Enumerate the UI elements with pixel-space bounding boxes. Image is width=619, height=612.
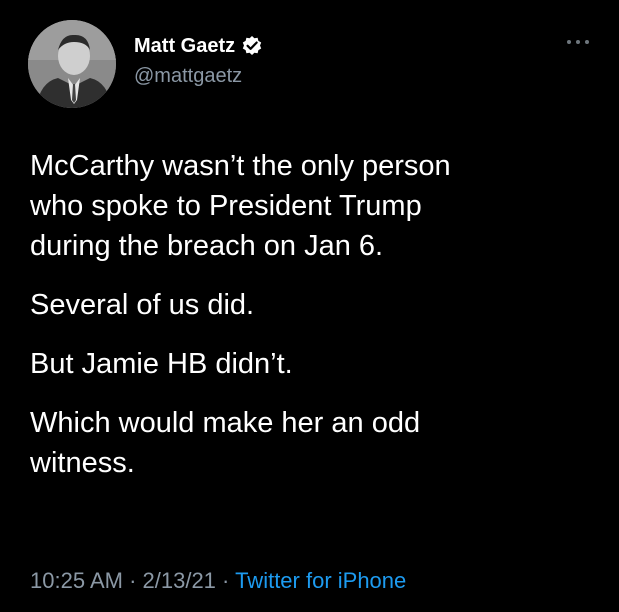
tweet-date[interactable]: 2/13/21 (143, 568, 216, 593)
more-dot (585, 40, 589, 44)
tweet-paragraph: But Jamie HB didn’t. (30, 348, 293, 380)
author-handle[interactable]: @mattgaetz (134, 64, 263, 88)
more-dot (576, 40, 580, 44)
tweet-paragraph: McCarthy wasn’t the only person who spok… (30, 150, 451, 262)
avatar[interactable] (28, 20, 116, 108)
author-block: Matt Gaetz @mattgaetz (134, 34, 263, 88)
meta-separator: · (215, 568, 236, 593)
tweet-card: Matt Gaetz @mattgaetz McCarthy wasn’t th… (0, 0, 619, 612)
tweet-source-link[interactable]: Twitter for iPhone (235, 568, 406, 593)
more-dot (567, 40, 571, 44)
tweet-text: McCarthy wasn’t the only person who spok… (30, 146, 590, 502)
more-options-icon[interactable] (567, 38, 589, 46)
author-name[interactable]: Matt Gaetz (134, 34, 235, 58)
tweet-paragraph: Which would make her an odd witness. (30, 407, 421, 479)
tweet-time[interactable]: 10:25 AM (30, 568, 123, 593)
tweet-meta: 10:25 AM · 2/13/21 · Twitter for iPhone (30, 566, 406, 596)
verified-badge-icon (241, 35, 263, 57)
avatar-photo (28, 20, 116, 108)
meta-separator: · (122, 568, 143, 593)
name-row: Matt Gaetz (134, 34, 263, 58)
tweet-paragraph: Several of us did. (30, 289, 255, 321)
